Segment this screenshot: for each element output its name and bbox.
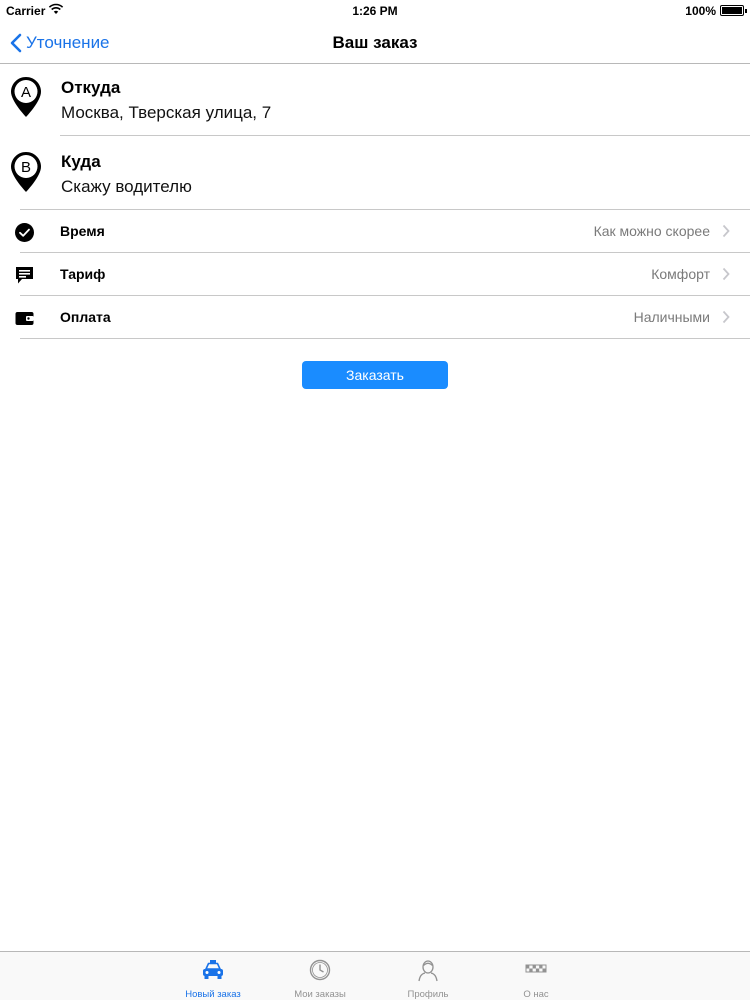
clock-icon <box>308 958 332 982</box>
chevron-right-icon <box>722 267 730 286</box>
tab-label: О нас <box>523 989 549 1000</box>
page-title: Ваш заказ <box>332 33 418 52</box>
clock-check-icon <box>14 222 35 243</box>
tab-new-order[interactable]: Новый заказ <box>173 952 253 1000</box>
to-title: Куда <box>61 152 101 171</box>
divider <box>20 338 750 339</box>
payment-value: Наличными <box>633 309 710 325</box>
navigation-bar: Уточнение Ваш заказ <box>0 22 750 64</box>
battery-icon <box>720 5 747 16</box>
tab-label: Новый заказ <box>185 989 241 1000</box>
battery-percent: 100% <box>685 4 716 18</box>
map-pin-a-icon: A <box>9 75 43 124</box>
profile-icon <box>416 958 440 982</box>
pin-b-letter: B <box>21 159 31 176</box>
tab-about[interactable]: О нас <box>496 952 576 1000</box>
to-address-value: Скажу водителю <box>61 177 192 196</box>
tab-label: Мои заказы <box>294 989 346 1000</box>
wallet-icon <box>14 308 35 329</box>
to-address-row[interactable]: B Куда Скажу водителю <box>0 136 750 209</box>
from-address-row[interactable]: A Откуда Москва, Тверская улица, 7 <box>0 64 750 136</box>
tab-profile[interactable]: Профиль <box>388 952 468 1000</box>
chevron-right-icon <box>722 310 730 329</box>
map-pin-b-icon: B <box>9 150 43 199</box>
chevron-right-icon <box>722 224 730 243</box>
tariff-chat-icon <box>14 265 35 286</box>
status-time: 1:26 PM <box>352 4 398 18</box>
tariff-value: Комфорт <box>651 266 710 282</box>
taxi-icon <box>201 958 225 982</box>
from-title: Откуда <box>61 78 121 97</box>
payment-option-row[interactable]: Оплата Наличными <box>0 296 750 339</box>
from-address-value: Москва, Тверская улица, 7 <box>61 103 272 122</box>
time-option-row[interactable]: Время Как можно скорее <box>0 210 750 253</box>
taxi-checker-icon <box>524 958 548 982</box>
tab-bar: Новый заказ Мои заказы Профиль О нас <box>0 951 750 1000</box>
tab-label: Профиль <box>407 989 449 1000</box>
pin-a-letter: A <box>21 84 31 101</box>
tariff-label: Тариф <box>60 266 106 282</box>
payment-label: Оплата <box>60 309 111 325</box>
time-label: Время <box>60 223 105 239</box>
tariff-option-row[interactable]: Тариф Комфорт <box>0 253 750 296</box>
status-bar: Carrier 1:26 PM 100% <box>0 0 750 22</box>
order-button[interactable]: Заказать <box>302 361 448 389</box>
time-value: Как можно скорее <box>593 223 710 239</box>
tab-my-orders[interactable]: Мои заказы <box>280 952 360 1000</box>
